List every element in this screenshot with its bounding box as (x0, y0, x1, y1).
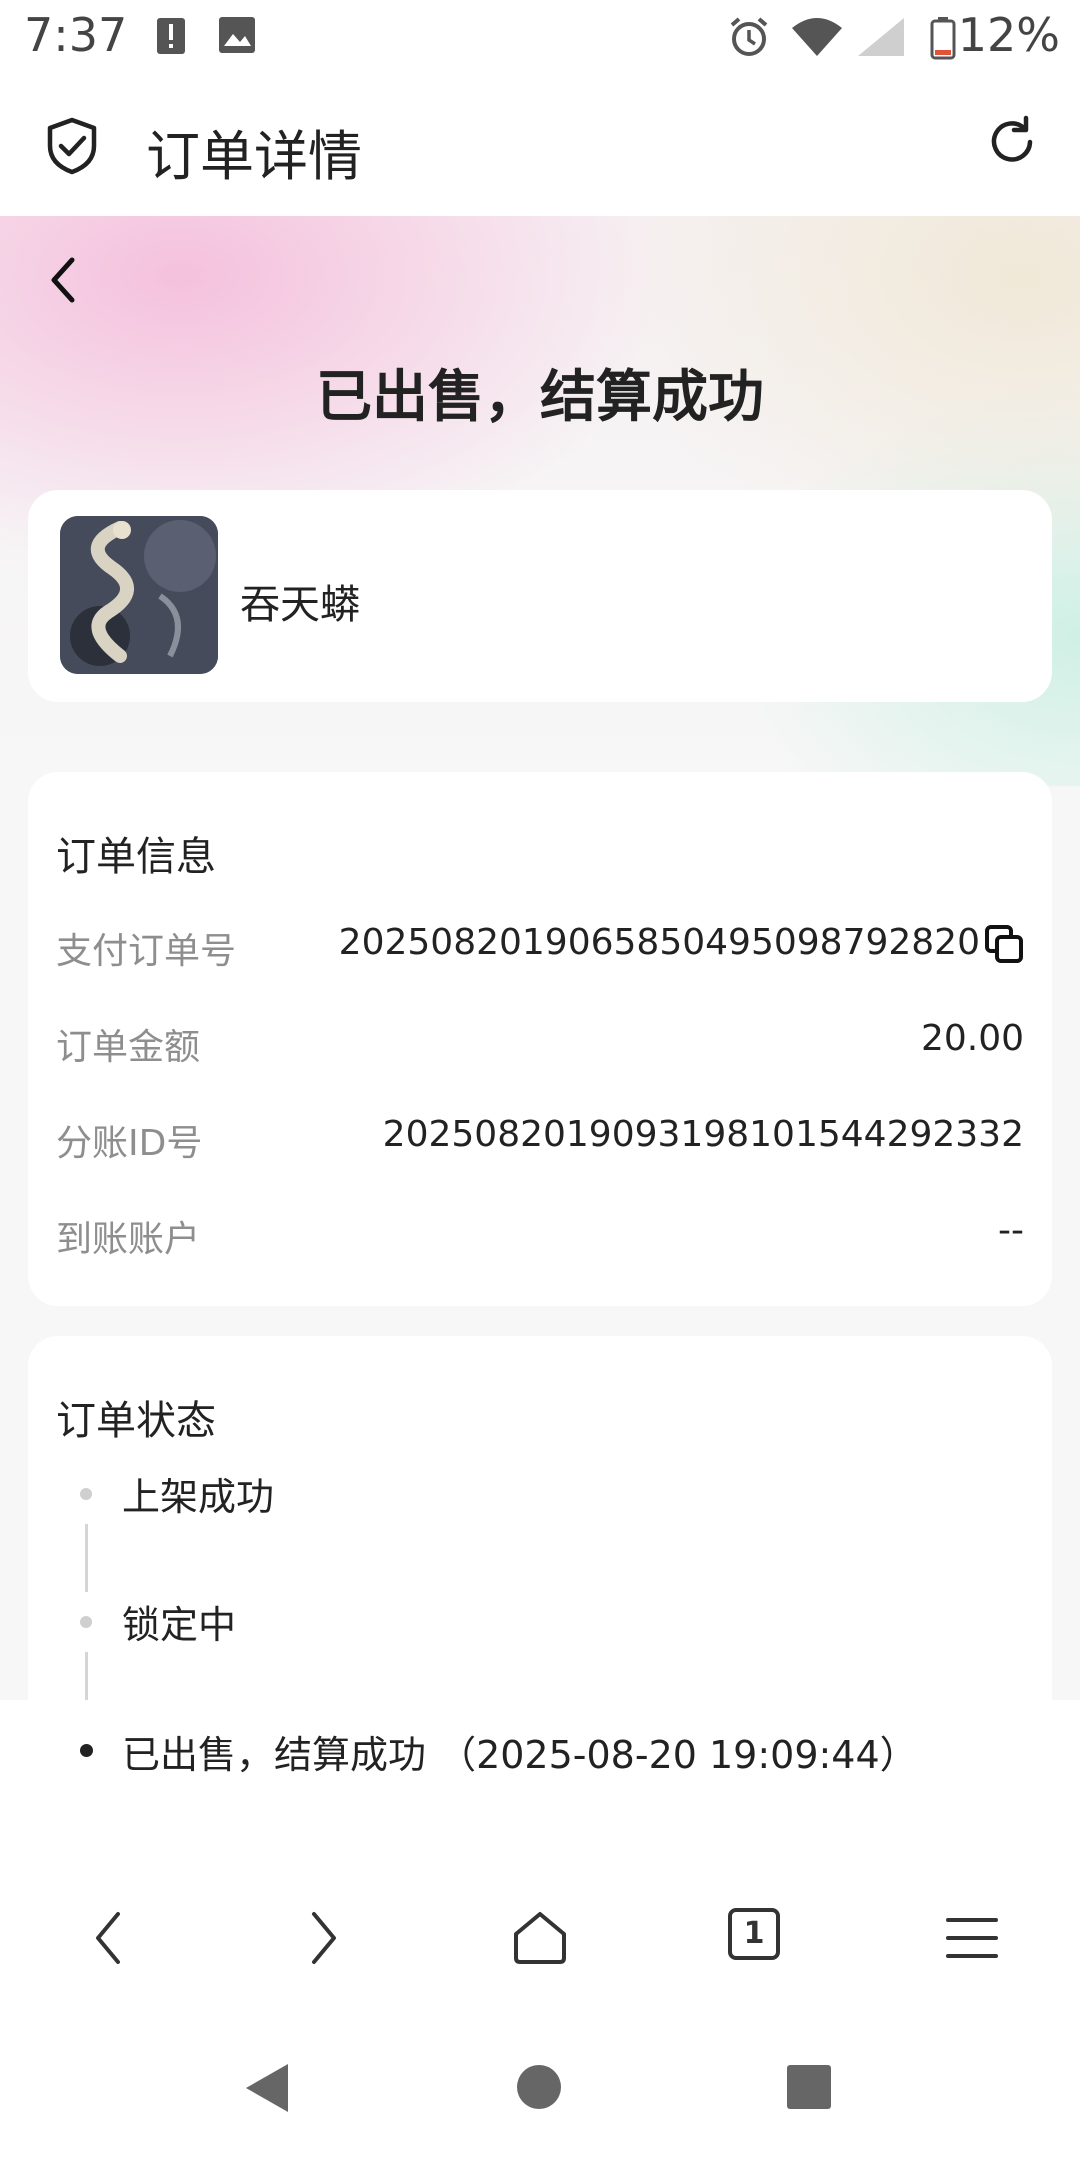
product-thumbnail (60, 516, 218, 674)
timeline-dot (80, 1616, 92, 1628)
system-back-icon[interactable] (244, 2062, 290, 2114)
browser-toolbar: 1 (0, 1880, 1080, 2010)
order-amount-value: 20.00 (920, 1018, 1024, 1059)
order-info-card: 订单信息 支付订单号 202508201906585049509879282​0… (28, 772, 1052, 1306)
timeline-line (85, 1524, 88, 1592)
product-card[interactable]: 吞天蟒 (28, 490, 1052, 702)
product-name: 吞天蟒 (240, 582, 360, 628)
system-home-icon[interactable] (516, 2064, 562, 2110)
signal-icon (858, 18, 904, 56)
split-id-label: 分账ID号 (56, 1123, 203, 1164)
system-nav-bar (0, 2030, 1080, 2160)
order-amount-row: 订单金额 20.00 (56, 1018, 1024, 1078)
payment-order-label: 支付订单号 (56, 931, 237, 972)
order-status-headline: 已出售，结算成功 (316, 365, 764, 430)
battery-percent: 12% (957, 8, 1060, 62)
alarm-icon (730, 17, 768, 56)
menu-icon[interactable] (944, 1908, 1000, 1968)
timeline-dot (80, 1488, 92, 1500)
back-arrow-icon[interactable] (46, 256, 82, 304)
system-recents-icon[interactable] (786, 2064, 832, 2110)
forward-icon[interactable] (304, 1908, 344, 1968)
split-id-value: 20250820190931981015442923​32 (382, 1114, 1024, 1155)
back-icon[interactable] (88, 1908, 128, 1968)
receiving-account-value: -- (998, 1210, 1024, 1251)
home-icon[interactable] (510, 1908, 570, 1968)
timeline-dot-current (80, 1744, 93, 1757)
tabs-icon[interactable]: 1 (728, 1908, 780, 1960)
payment-order-value: 202508201906585049509879282​0 (338, 922, 980, 963)
order-status-card: 订单状态 上架成功 锁定中 (28, 1336, 1052, 1736)
image-icon (219, 17, 255, 53)
copy-icon[interactable] (984, 924, 1024, 964)
order-info-title: 订单信息 (56, 834, 216, 880)
payment-order-row: 支付订单号 202508201906585049509879282​0 (56, 922, 1024, 982)
reload-icon[interactable] (984, 114, 1040, 170)
order-status-title: 订单状态 (56, 1398, 216, 1444)
timeline-step-listed: 上架成功 (122, 1475, 275, 1519)
status-time: 7:37 (24, 8, 128, 62)
receiving-account-row: 到账账户 -- (56, 1210, 1024, 1270)
shield-check-icon[interactable] (44, 116, 100, 176)
app-bar: 订单详情 (0, 72, 1080, 216)
order-amount-label: 订单金额 (56, 1027, 201, 1068)
status-bar: 7:37 12% (0, 0, 1080, 72)
alert-icon (157, 18, 185, 54)
wifi-icon (792, 18, 842, 56)
receiving-account-label: 到账账户 (56, 1219, 201, 1260)
timeline-step-locked: 锁定中 (122, 1603, 237, 1647)
page-title: 订单详情 (146, 125, 362, 188)
timeline-step-sold: 已出售，结算成功 （2025-08-20 19:09:44） (122, 1733, 918, 1777)
battery-icon (930, 17, 956, 60)
split-id-row: 分账ID号 20250820190931981015442923​32 (56, 1114, 1024, 1174)
